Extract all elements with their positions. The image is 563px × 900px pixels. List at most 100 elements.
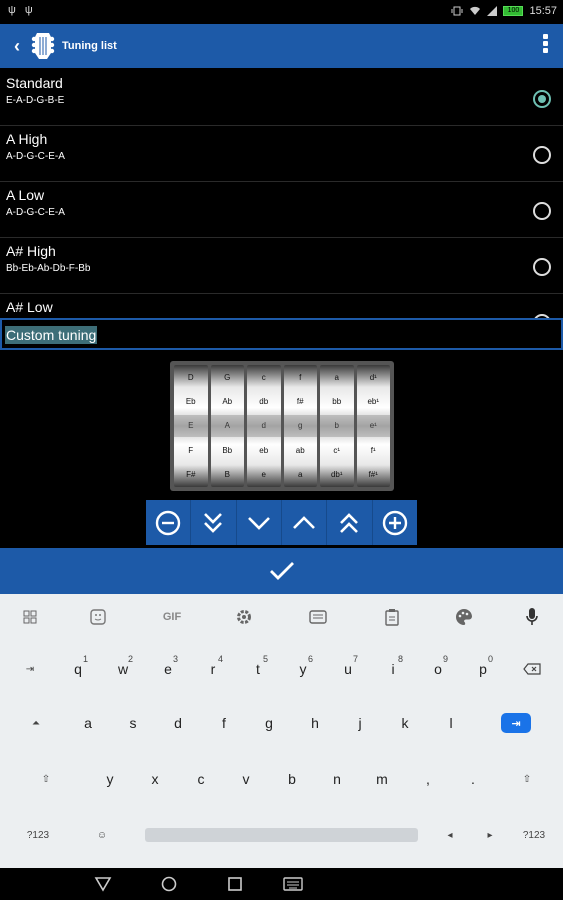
drum-note: Eb [185, 397, 196, 407]
tab-key[interactable]: ⇥ [10, 646, 50, 692]
shift-icon[interactable]: ⇧ [26, 756, 66, 802]
string-drum-6[interactable]: d¹ eb¹ e¹ f¹ f#¹ [356, 365, 390, 487]
key[interactable]: l [431, 700, 471, 746]
string-drum-3[interactable]: c db d eb e [247, 365, 281, 487]
string-drum-1[interactable]: D Eb E F F# [174, 365, 208, 487]
key[interactable]: j [340, 700, 380, 746]
key[interactable]: t5 [238, 646, 278, 692]
key[interactable]: y [90, 756, 130, 802]
key[interactable]: f [204, 700, 244, 746]
drum-note: F# [186, 470, 196, 480]
key[interactable]: y6 [283, 646, 323, 692]
drum-note: c [261, 372, 266, 382]
key[interactable]: m [362, 756, 402, 802]
key[interactable]: e3 [148, 646, 188, 692]
home-nav-icon[interactable] [160, 876, 178, 892]
key[interactable]: x [135, 756, 175, 802]
key[interactable]: u7 [328, 646, 368, 692]
system-nav-bar [0, 868, 563, 900]
string-drum-4[interactable]: f f# g ab a [283, 365, 317, 487]
key[interactable]: q1 [58, 646, 98, 692]
symbols-key[interactable]: ?123 [18, 812, 58, 858]
chevron-left-icon[interactable]: ‹ [6, 36, 28, 57]
palette-icon[interactable] [452, 606, 476, 628]
gif-button[interactable]: GIF [156, 606, 188, 628]
key[interactable]: c [181, 756, 221, 802]
key[interactable]: h [295, 700, 335, 746]
tuning-name-input[interactable]: Custom tuning [0, 318, 563, 350]
tuning-notes: Bb-Eb-Ab-Db-F-Bb [6, 263, 91, 274]
gear-icon[interactable] [232, 606, 256, 628]
microphone-icon[interactable] [520, 606, 544, 628]
key[interactable]: n [317, 756, 357, 802]
guitar-headstock-icon [31, 33, 55, 59]
string-drum-2[interactable]: G Ab A Bb B [210, 365, 244, 487]
tuning-notes: E-A-D-G-B-E [6, 95, 65, 106]
key[interactable]: g [249, 700, 289, 746]
key[interactable]: d [158, 700, 198, 746]
key[interactable]: k [385, 700, 425, 746]
chevron-up-icon[interactable] [282, 500, 328, 545]
tuning-radio[interactable] [533, 146, 551, 164]
chevron-down-icon[interactable] [237, 500, 282, 545]
tuning-row[interactable]: A# Low [0, 294, 563, 318]
tuning-row[interactable]: A# High Bb-Eb-Ab-Db-F-Bb [0, 238, 563, 294]
key[interactable]: , [408, 756, 448, 802]
key[interactable]: . [453, 756, 493, 802]
tuning-radio[interactable] [533, 258, 551, 276]
shift-icon-right[interactable]: ⇧ [507, 756, 547, 802]
note-drum-picker[interactable]: D Eb E F F# G Ab A Bb B c db d eb e f f#… [170, 361, 394, 491]
confirm-button[interactable] [0, 548, 563, 594]
key[interactable]: o9 [418, 646, 458, 692]
sticker-icon[interactable] [86, 606, 110, 628]
key[interactable]: b [272, 756, 312, 802]
backspace-icon[interactable] [512, 646, 552, 692]
keyboard-switch-icon[interactable] [283, 876, 303, 892]
double-chevron-down-icon[interactable] [191, 500, 237, 545]
drum-note: a [334, 372, 339, 382]
key[interactable]: p0 [463, 646, 503, 692]
tuning-name: A High [6, 131, 48, 147]
recents-nav-icon[interactable] [226, 876, 244, 892]
drum-note: f#¹ [368, 470, 378, 480]
page-title: Tuning list [62, 40, 117, 52]
plus-circle-icon[interactable] [373, 500, 417, 545]
tuning-notes: A-D-G-C-E-A [6, 207, 65, 218]
overflow-menu-icon[interactable] [543, 34, 549, 55]
keyboard-toolbar: GIF [0, 594, 563, 640]
keyboard-layout-icon[interactable] [306, 606, 330, 628]
check-icon [269, 562, 294, 580]
tuning-notes: A-D-G-C-E-A [6, 151, 65, 162]
drum-note: eb [259, 445, 269, 455]
emoji-icon[interactable]: ☺ [82, 812, 122, 858]
drum-note: Bb [222, 445, 233, 455]
back-nav-icon[interactable] [94, 876, 112, 892]
cursor-right-icon[interactable]: ▸ [470, 812, 510, 858]
drum-note: D [187, 372, 194, 382]
key[interactable]: s [113, 700, 153, 746]
key[interactable]: w2 [103, 646, 143, 692]
apps-grid-icon[interactable] [18, 606, 42, 628]
tuning-row[interactable]: Standard E-A-D-G-B-E [0, 70, 563, 126]
tuning-name: Standard [6, 75, 63, 91]
next-field-key[interactable]: ⇥ [496, 700, 536, 746]
drum-note: eb¹ [367, 397, 380, 407]
tuning-radio[interactable] [533, 90, 551, 108]
cursor-left-icon[interactable]: ◂ [430, 812, 470, 858]
key-row-3: ⇧ y x c v b n m , . ⇧ [0, 756, 563, 802]
clipboard-icon[interactable] [380, 606, 404, 628]
minus-circle-icon[interactable] [146, 500, 192, 545]
tuning-row[interactable]: A Low A-D-G-C-E-A [0, 182, 563, 238]
tuning-row[interactable]: A High A-D-G-C-E-A [0, 126, 563, 182]
key[interactable]: i8 [373, 646, 413, 692]
drum-note: f¹ [370, 445, 376, 455]
double-chevron-up-icon[interactable] [327, 500, 373, 545]
string-drum-5[interactable]: a bb b c¹ db¹ [320, 365, 354, 487]
tuning-radio[interactable] [533, 202, 551, 220]
symbols-key-right[interactable]: ?123 [514, 812, 554, 858]
key[interactable]: v [226, 756, 266, 802]
key[interactable]: a [68, 700, 108, 746]
collapse-icon[interactable]: ⏶ [16, 700, 56, 746]
space-bar[interactable] [145, 828, 418, 842]
key[interactable]: r4 [193, 646, 233, 692]
